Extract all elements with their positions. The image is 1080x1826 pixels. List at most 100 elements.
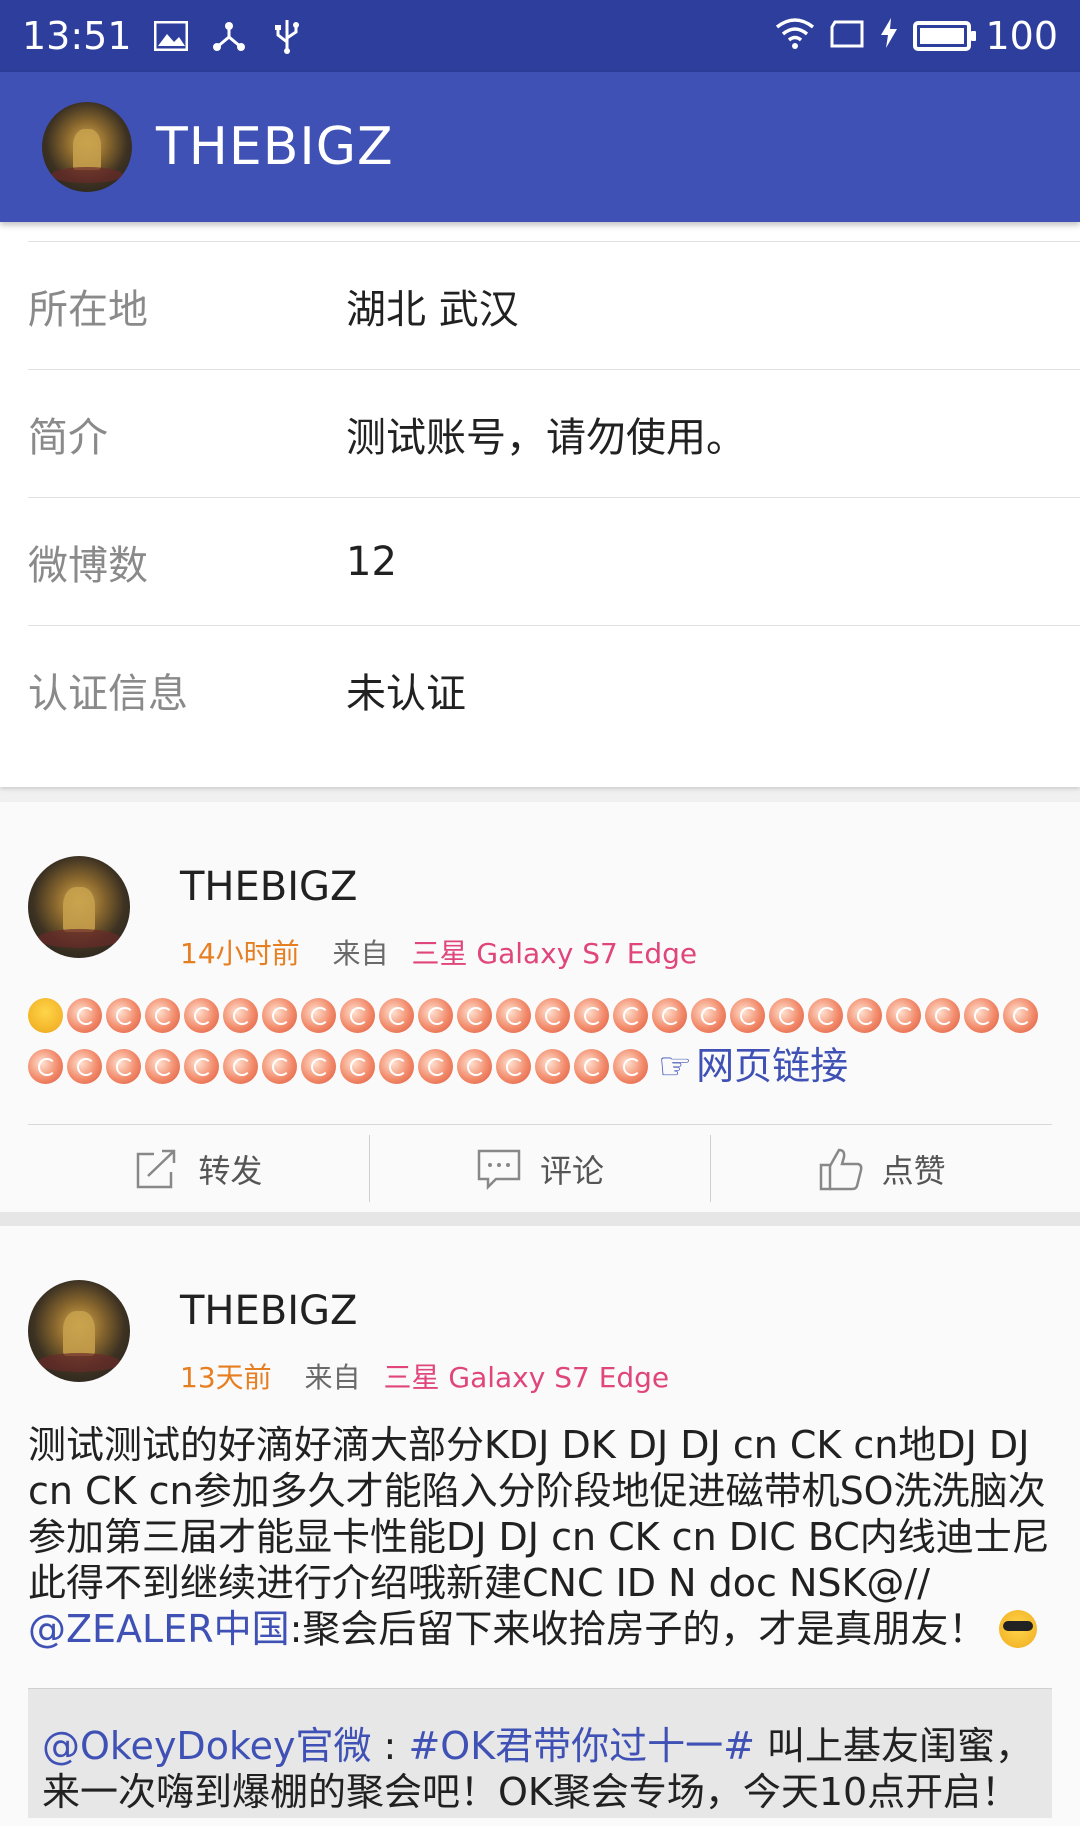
- info-label: 简介: [28, 414, 108, 461]
- shrimp-emoji-icon: [106, 1048, 141, 1084]
- divider: [0, 1212, 1080, 1226]
- emoji-line: [28, 998, 1056, 1033]
- repost-label: 转发: [198, 1151, 263, 1190]
- shrimp-emoji-icon: [145, 998, 180, 1033]
- network-icon: [210, 17, 248, 55]
- shrimp-emoji-icon: [145, 1048, 180, 1084]
- shrimp-emoji-icon: [1003, 998, 1038, 1033]
- emoji-line: ☞ 网页链接: [28, 1043, 1056, 1089]
- charging-icon: [879, 14, 899, 58]
- shrimp-emoji-icon: [28, 1048, 63, 1084]
- info-label: 微博数: [28, 542, 148, 589]
- shrimp-emoji-icon: [574, 998, 609, 1033]
- app-bar: THEBIGZ: [0, 72, 1080, 222]
- shrimp-emoji-icon: [613, 998, 648, 1033]
- page-title: THEBIGZ: [156, 117, 394, 177]
- quote-colon: :: [371, 1724, 409, 1768]
- usb-icon: [268, 17, 306, 55]
- info-row-location: 所在地 湖北 武汉: [28, 242, 1080, 370]
- shrimp-emoji-icon: [379, 998, 414, 1033]
- shrimp-emoji-icon: [964, 998, 999, 1033]
- sunglasses-emoji-icon: [998, 1610, 1037, 1648]
- avatar[interactable]: [42, 102, 132, 192]
- battery-percent: 100: [985, 14, 1058, 58]
- post-text-tail: :聚会后留下来收拾房子的，才是真朋友！: [289, 1607, 987, 1651]
- comment-label: 评论: [540, 1151, 605, 1190]
- shrimp-emoji-icon: [574, 1048, 609, 1084]
- screen-cast-icon: [829, 14, 865, 58]
- shrimp-emoji-icon: [730, 998, 765, 1033]
- shrimp-emoji-icon: [262, 998, 297, 1033]
- shrimp-emoji-icon: [184, 998, 219, 1033]
- avatar[interactable]: [28, 856, 130, 958]
- shrimp-emoji-icon: [379, 1048, 414, 1084]
- status-time: 13:51: [22, 14, 132, 58]
- shrimp-emoji-icon: [886, 998, 921, 1033]
- image-icon: [152, 17, 190, 55]
- shrimp-emoji-icon: [262, 1048, 297, 1084]
- shrimp-emoji-icon: [691, 998, 726, 1033]
- shrimp-emoji-icon: [613, 1048, 648, 1084]
- shrimp-emoji-icon: [67, 1048, 102, 1084]
- shrimp-emoji-icon: [418, 1048, 453, 1084]
- web-link[interactable]: 网页链接: [696, 1043, 848, 1089]
- shrimp-emoji-icon: [340, 1048, 375, 1084]
- shrimp-emoji-icon: [808, 998, 843, 1033]
- status-bar: 13:51 100: [0, 0, 1080, 72]
- shrimp-emoji-icon: [223, 1048, 258, 1084]
- shrimp-emoji-icon: [652, 998, 687, 1033]
- wifi-icon: [775, 14, 815, 58]
- battery-icon: [913, 21, 977, 51]
- quoted-post[interactable]: @OkeyDokey官微 : #OK君带你过十一# 叫上基友闺蜜，来一次嗨到爆棚…: [28, 1688, 1052, 1818]
- share-icon: [137, 1149, 176, 1188]
- shrimp-emoji-icon: [496, 1048, 531, 1084]
- post-header: THEBIGZ 14小时前 来自 三星 Galaxy S7 Edge: [28, 856, 697, 972]
- shrimp-emoji-icon: [418, 998, 453, 1033]
- shrimp-emoji-icon: [535, 1048, 570, 1084]
- shrimp-emoji-icon: [769, 998, 804, 1033]
- info-row-partial: [28, 222, 1080, 242]
- link-hand-icon: ☞: [658, 1044, 693, 1088]
- info-value: 测试账号，请勿使用。: [346, 414, 746, 461]
- shrimp-emoji-icon: [847, 998, 882, 1033]
- laugh-cry-emoji-icon: [28, 998, 63, 1033]
- repost-button[interactable]: 转发: [28, 1135, 370, 1202]
- shrimp-emoji-icon: [184, 1048, 219, 1084]
- shrimp-emoji-icon: [106, 998, 141, 1033]
- like-label: 点赞: [881, 1151, 946, 1190]
- info-value: 未认证: [346, 671, 466, 717]
- shrimp-emoji-icon: [535, 998, 570, 1033]
- quote-topic-link[interactable]: #OK君带你过十一#: [408, 1724, 755, 1768]
- info-row-bio: 简介 测试账号，请勿使用。: [28, 370, 1080, 498]
- comment-button[interactable]: 评论: [370, 1135, 712, 1202]
- comment-icon: [477, 1149, 521, 1190]
- quote-mention-link[interactable]: @OkeyDokey官微: [42, 1724, 371, 1768]
- post-header: THEBIGZ 13天前 来自 三星 Galaxy S7 Edge: [28, 1280, 669, 1396]
- post-from-label: 来自: [332, 937, 389, 970]
- info-row-verification: 认证信息 未认证: [28, 626, 1080, 754]
- like-button[interactable]: 点赞: [711, 1135, 1052, 1202]
- shrimp-emoji-icon: [925, 998, 960, 1033]
- shrimp-emoji-icon: [67, 998, 102, 1033]
- shrimp-emoji-icon: [223, 998, 258, 1033]
- post-text: 测试测试的好滴好滴大部分KDJ DK DJ DJ cn CK cn地DJ DJ …: [28, 1423, 1050, 1605]
- info-value: 湖北 武汉: [346, 286, 519, 333]
- post-content: ☞ 网页链接: [28, 998, 1056, 1089]
- info-label: 所在地: [28, 286, 148, 333]
- post-from-label: 来自: [304, 1361, 361, 1394]
- post-time: 13天前: [180, 1361, 272, 1394]
- avatar[interactable]: [28, 1280, 130, 1382]
- info-value: 12: [346, 538, 397, 585]
- shrimp-emoji-icon: [301, 998, 336, 1033]
- shrimp-emoji-icon: [340, 998, 375, 1033]
- post-actions: 转发 评论 点赞: [28, 1124, 1052, 1212]
- mention-link[interactable]: @ZEALER中国: [28, 1607, 290, 1651]
- post-author[interactable]: THEBIGZ: [180, 1288, 669, 1334]
- post-device: 三星 Galaxy S7 Edge: [411, 937, 698, 970]
- shrimp-emoji-icon: [457, 998, 492, 1033]
- post-author[interactable]: THEBIGZ: [180, 864, 697, 910]
- info-row-weibo-count: 微博数 12: [28, 498, 1080, 626]
- shrimp-emoji-icon: [496, 998, 531, 1033]
- post-card[interactable]: THEBIGZ 14小时前 来自 三星 Galaxy S7 Edge ☞ 网页链接…: [0, 802, 1080, 1212]
- shrimp-emoji-icon: [301, 1048, 336, 1084]
